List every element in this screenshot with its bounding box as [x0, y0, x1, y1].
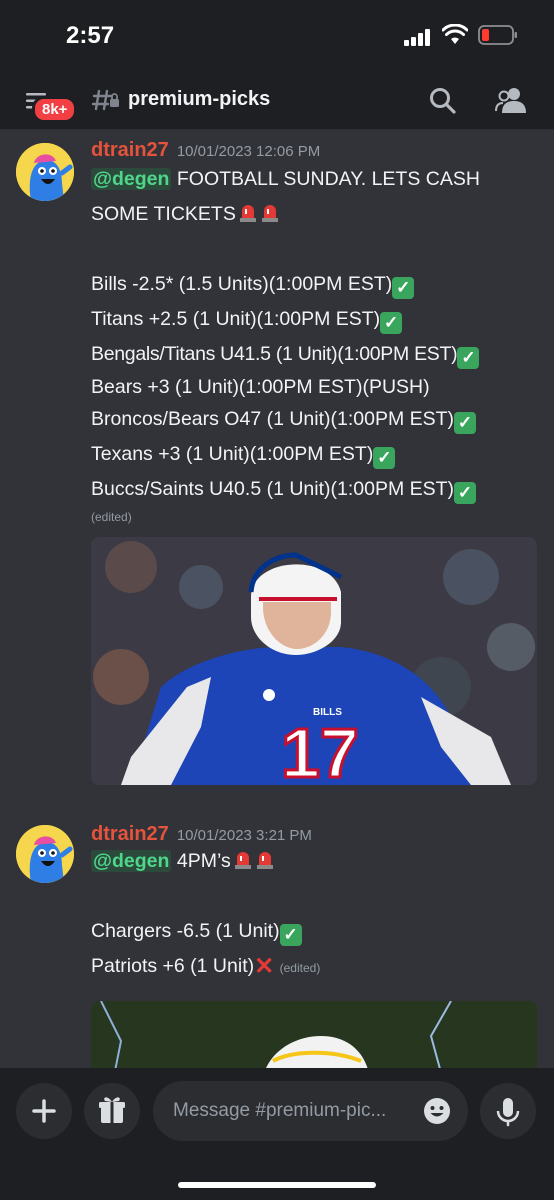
plus-icon	[32, 1099, 56, 1123]
username[interactable]: dtrain27	[91, 139, 169, 161]
message-content: @degen FOOTBALL SUNDAY. LETS CASH SOME T…	[91, 162, 537, 525]
user-mention[interactable]: @degen	[91, 168, 172, 190]
gift-button[interactable]	[84, 1083, 140, 1139]
battery-icon	[478, 25, 517, 45]
wifi-icon	[442, 24, 468, 44]
voice-message-button[interactable]	[480, 1083, 536, 1139]
message-composer	[0, 1068, 554, 1200]
jersey-number: 17	[281, 714, 359, 785]
user-mention[interactable]: @degen	[91, 850, 172, 872]
gif-embed[interactable]	[91, 1001, 537, 1068]
pick-text: Buccs/Saints U40.5 (1 Unit)(1:00PM EST)	[91, 478, 455, 500]
chargers-player-image	[91, 1001, 537, 1068]
status-bar: 2:57	[0, 0, 554, 72]
pick-text: Titans +2.5 (1 Unit)(1:00PM EST)	[91, 308, 381, 330]
message-text: FOOTBALL SUNDAY. LETS CASH	[176, 168, 480, 190]
pick-text: Bills -2.5* (1.5 Units)(1:00PM EST)	[91, 273, 393, 295]
edited-label: (edited)	[279, 961, 321, 975]
check-mark-emoji-icon: ✓	[457, 347, 480, 369]
locked-hash-icon	[92, 89, 119, 111]
emoji-icon[interactable]	[422, 1096, 452, 1126]
mic-icon	[496, 1098, 520, 1127]
avatar-mascot-icon	[16, 143, 74, 201]
timestamp: 10/01/2023 3:21 PM	[176, 827, 312, 844]
check-mark-emoji-icon: ✓	[279, 924, 302, 946]
pick-text: Bengals/Titans U41.5 (1 Unit)(1:00PM EST…	[91, 343, 458, 365]
pick-text: Broncos/Bears O47 (1 Unit)(1:00PM EST)	[91, 408, 455, 430]
message-list[interactable]: dtrain27 10/01/2023 12:06 PM @degen FOOTB…	[0, 131, 554, 1068]
siren-emoji-icon	[239, 205, 256, 222]
message-text: 4PM’s	[176, 850, 231, 872]
add-attachment-button[interactable]	[16, 1083, 72, 1139]
football-player-image: 17 BILLS	[91, 537, 537, 785]
avatar[interactable]	[16, 143, 74, 201]
gift-icon	[99, 1097, 125, 1123]
status-time: 2:57	[66, 22, 115, 49]
unread-badge: 8k+	[32, 96, 78, 123]
timestamp: 10/01/2023 12:06 PM	[176, 143, 321, 160]
pick-text: Bears +3 (1 Unit)(1:00PM EST)(PUSH)	[91, 376, 430, 398]
check-mark-emoji-icon: ✓	[392, 277, 415, 299]
pick-text: Chargers -6.5 (1 Unit)	[91, 920, 280, 942]
search-icon[interactable]	[428, 86, 458, 116]
message-header: dtrain27 10/01/2023 3:21 PM	[91, 823, 312, 846]
gif-embed[interactable]: 17 BILLS	[91, 537, 537, 785]
pick-text: Texans +3 (1 Unit)(1:00PM EST)	[91, 443, 374, 465]
siren-emoji-icon	[234, 852, 251, 869]
cross-mark-emoji-icon: ✕	[254, 953, 275, 980]
home-indicator[interactable]	[178, 1182, 376, 1188]
check-mark-emoji-icon: ✓	[454, 482, 477, 504]
check-mark-emoji-icon: ✓	[373, 447, 396, 469]
username[interactable]: dtrain27	[91, 823, 169, 845]
message-input[interactable]	[153, 1081, 468, 1141]
edited-label: (edited)	[91, 510, 132, 524]
pick-text: Patriots +6 (1 Unit)	[91, 955, 255, 977]
siren-emoji-icon	[256, 852, 273, 869]
avatar-mascot-icon	[16, 825, 74, 883]
cellular-signal-icon	[404, 28, 434, 46]
check-mark-emoji-icon: ✓	[454, 412, 477, 434]
jersey-text: BILLS	[313, 707, 342, 718]
channel-header: 8k+ premium-picks	[0, 72, 554, 130]
avatar[interactable]	[16, 825, 74, 883]
message-text: SOME TICKETS	[91, 203, 236, 225]
message-content: @degen 4PM’s Chargers -6.5 (1 Unit) ✓ Pat…	[91, 844, 537, 986]
message-header: dtrain27 10/01/2023 12:06 PM	[91, 139, 320, 162]
siren-emoji-icon	[261, 205, 278, 222]
server-menu-button[interactable]: 8k+	[20, 84, 78, 123]
members-icon[interactable]	[494, 85, 528, 115]
channel-name: premium-picks	[128, 88, 271, 110]
check-mark-emoji-icon: ✓	[380, 312, 403, 334]
